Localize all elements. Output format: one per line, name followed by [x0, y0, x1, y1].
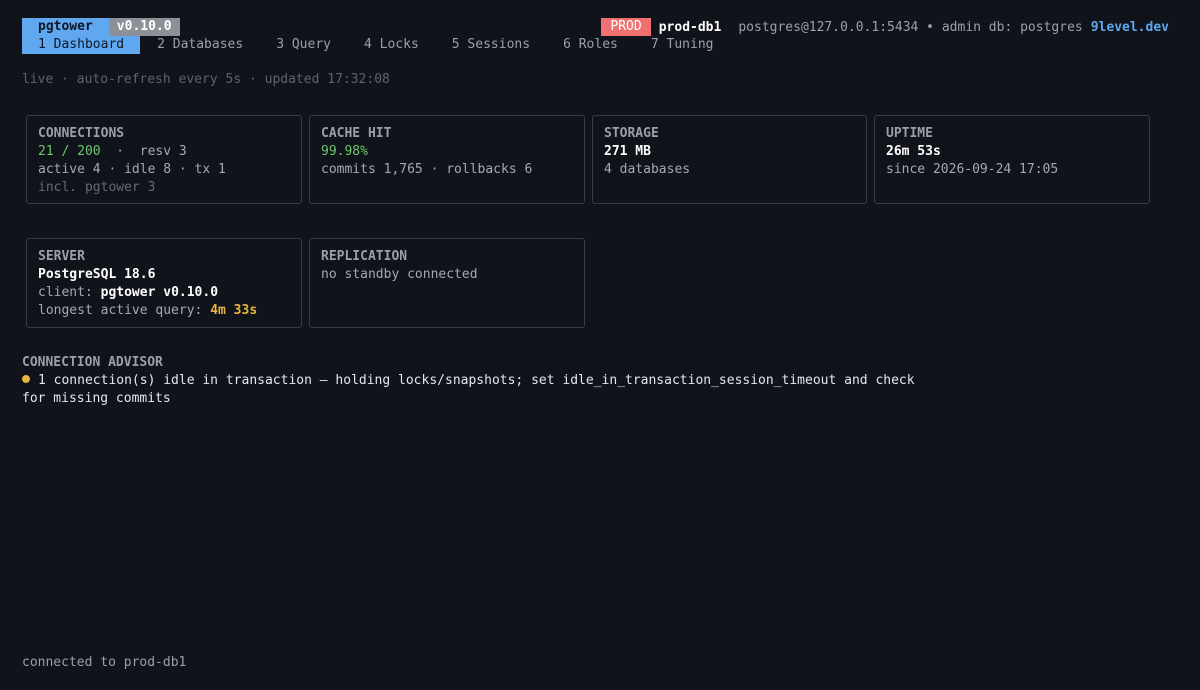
uptime-since: since 2026-09-24 17:05	[886, 162, 1059, 177]
card-title: SERVER	[38, 249, 85, 264]
cache-hit-card: CACHE HIT 99.98% commits 1,765 · rollbac…	[309, 115, 585, 204]
longest-query-line: longest active query: 4m 33s	[38, 302, 290, 320]
app-version: v0.10.0	[108, 18, 180, 36]
app-name: pgtower	[22, 18, 109, 36]
connection-advisor: CONNECTION ADVISOR 1 connection(s) idle …	[22, 354, 922, 408]
tab-databases[interactable]: 2 Databases	[141, 36, 259, 54]
connections-note: incl. pgtower 3	[38, 180, 156, 195]
tab-bar: 1 Dashboard 2 Databases 3 Query 4 Locks …	[22, 36, 730, 54]
server-version: PostgreSQL 18.6	[38, 267, 156, 282]
replication-detail: no standby connected	[321, 267, 478, 282]
connection-header: PROD prod-db1 postgres@127.0.0.1:5434 • …	[601, 18, 1169, 36]
warning-dot-icon	[22, 375, 30, 383]
card-title: CACHE HIT	[321, 126, 392, 141]
pgtower-app: pgtower v0.10.0 1 Dashboard 2 Databases …	[0, 0, 1200, 690]
tab-roles[interactable]: 6 Roles	[547, 36, 634, 54]
server-name: prod-db1	[658, 19, 722, 35]
tab-sessions[interactable]: 5 Sessions	[436, 36, 546, 54]
connection-info: postgres@127.0.0.1:5434 • admin db: post…	[738, 19, 1083, 35]
advisor-item: 1 connection(s) idle in transaction — ho…	[22, 372, 922, 408]
app-brand: pgtower v0.10.0	[22, 18, 180, 36]
advisor-title: CONNECTION ADVISOR	[22, 355, 163, 370]
environment-badge: PROD	[601, 18, 651, 36]
storage-card: STORAGE 271 MB 4 databases	[592, 115, 867, 204]
advisor-item-text: 1 connection(s) idle in transaction — ho…	[22, 373, 915, 406]
uptime-value: 26m 53s	[886, 144, 941, 159]
storage-size: 271 MB	[604, 144, 651, 159]
connections-breakdown: active 4 · idle 8 · tx 1	[38, 162, 226, 177]
storage-detail: 4 databases	[604, 162, 691, 177]
footer-status: connected to prod-db1	[22, 655, 187, 670]
card-title: STORAGE	[604, 126, 659, 141]
card-title: REPLICATION	[321, 249, 408, 264]
connections-reserved: · resv 3	[100, 144, 187, 159]
tab-dashboard[interactable]: 1 Dashboard	[22, 36, 141, 54]
client-line: client: pgtower v0.10.0	[38, 284, 290, 302]
tab-locks[interactable]: 4 Locks	[348, 36, 435, 54]
client-label: client:	[38, 285, 101, 300]
cache-hit-detail: commits 1,765 · rollbacks 6	[321, 162, 533, 177]
cache-hit-ratio: 99.98%	[321, 144, 368, 159]
refresh-status: live · auto-refresh every 5s · updated 1…	[22, 72, 390, 87]
replication-card: REPLICATION no standby connected	[309, 238, 585, 328]
uptime-card: UPTIME 26m 53s since 2026-09-24 17:05	[874, 115, 1150, 204]
tab-tuning[interactable]: 7 Tuning	[635, 36, 730, 54]
connections-used: 21 / 200	[38, 144, 101, 159]
tab-query[interactable]: 3 Query	[260, 36, 347, 54]
longest-query-value: 4m 33s	[210, 303, 258, 318]
connections-card: CONNECTIONS 21 / 200 · resv 3 active 4 ·…	[26, 115, 302, 204]
connections-usage: 21 / 200 · resv 3	[38, 143, 290, 161]
card-title: UPTIME	[886, 126, 933, 141]
server-card: SERVER PostgreSQL 18.6 client: pgtower v…	[26, 238, 302, 328]
vendor-link[interactable]: 9level.dev	[1091, 20, 1169, 35]
client-value: pgtower v0.10.0	[100, 285, 219, 300]
card-title: CONNECTIONS	[38, 126, 125, 141]
longest-query-label: longest active query:	[38, 303, 211, 318]
